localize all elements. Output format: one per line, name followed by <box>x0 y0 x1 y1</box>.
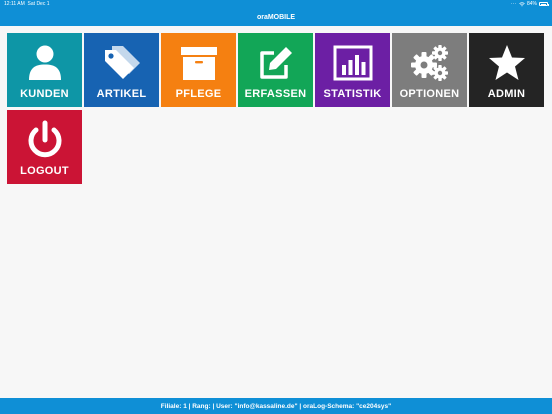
power-icon <box>23 118 67 162</box>
app-window: 12:11 AM Sat Dec 1 ··· 84% oraMOBILE KUN <box>0 0 552 414</box>
tile-pflege[interactable]: PFLEGE <box>161 33 236 107</box>
tile-optionen[interactable]: OPTIONEN <box>392 33 467 107</box>
tile-statistik[interactable]: STATISTIK <box>315 33 390 107</box>
tile-erfassen[interactable]: ERFASSEN <box>238 33 313 107</box>
tile-logout[interactable]: LOGOUT <box>7 110 82 184</box>
session-info: Filiale: 1 | Rang: | User: "info@kassali… <box>160 402 392 410</box>
tile-label: OPTIONEN <box>399 88 460 100</box>
tile-label: LOGOUT <box>20 165 69 177</box>
tile-label: STATISTIK <box>323 88 382 100</box>
menu-tiles: KUNDEN ARTIKEL PFLEGE ERFASSEN STATISTIK… <box>0 0 552 414</box>
gears-icon <box>408 41 452 85</box>
tile-label: ARTIKEL <box>96 88 147 100</box>
tile-label: ADMIN <box>487 88 526 100</box>
archive-box-icon <box>177 41 221 85</box>
user-icon <box>23 41 67 85</box>
tile-label: PFLEGE <box>175 88 222 100</box>
tile-admin[interactable]: ADMIN <box>469 33 544 107</box>
footer-bar: Filiale: 1 | Rang: | User: "info@kassali… <box>0 398 552 414</box>
tile-artikel[interactable]: ARTIKEL <box>84 33 159 107</box>
tile-kunden[interactable]: KUNDEN <box>7 33 82 107</box>
bar-chart-icon <box>331 41 375 85</box>
edit-icon <box>254 41 298 85</box>
star-icon <box>485 41 529 85</box>
tags-icon <box>100 41 144 85</box>
tile-label: ERFASSEN <box>244 88 307 100</box>
tile-label: KUNDEN <box>20 88 69 100</box>
